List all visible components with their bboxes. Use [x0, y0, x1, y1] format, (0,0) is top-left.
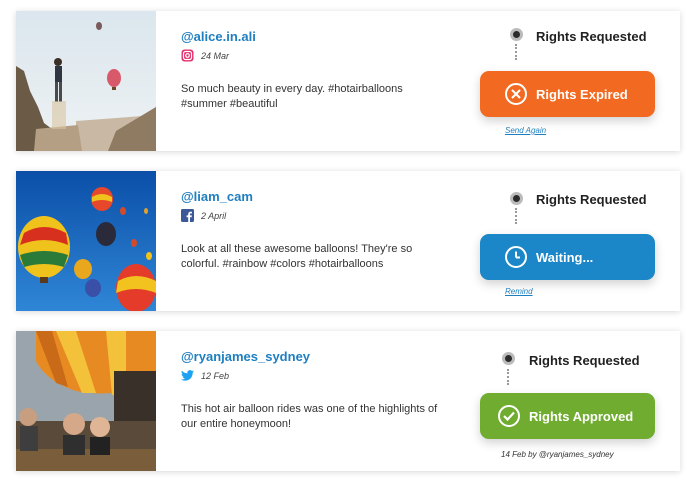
step-dot-icon — [510, 28, 523, 41]
rights-requested-label: Rights Requested — [536, 29, 647, 44]
rights-requested-label: Rights Requested — [536, 192, 647, 207]
facebook-icon — [181, 209, 194, 222]
rights-approved-button[interactable]: Rights Approved — [480, 393, 655, 439]
step-connector — [515, 44, 517, 60]
post-card: @alice.in.ali 24 Mar So much beauty in e… — [16, 11, 680, 151]
post-date: 24 Mar — [201, 50, 230, 61]
author-handle[interactable]: @ryanjames_sydney — [181, 349, 310, 364]
status-label: Rights Expired — [536, 86, 628, 102]
status-label: Rights Approved — [529, 408, 634, 424]
post-meta: 2 April — [181, 209, 226, 222]
status-label: Waiting... — [536, 249, 594, 265]
post-photo[interactable] — [16, 11, 156, 151]
waiting-status-button[interactable]: Waiting... — [480, 234, 655, 280]
post-caption: Look at all these awesome balloons! They… — [181, 243, 413, 270]
rights-status: Rights Requested Waiting... Remind — [480, 171, 660, 311]
send-again-link[interactable]: Send Again — [505, 126, 546, 135]
remind-link[interactable]: Remind — [505, 287, 533, 296]
step-connector — [515, 208, 517, 224]
rights-status: Rights Requested Rights Expired Send Aga… — [480, 11, 660, 151]
step-dot-icon — [502, 352, 515, 365]
step-dot-icon — [510, 192, 523, 205]
post-card: @liam_cam 2 April Look at all these awes… — [16, 171, 680, 311]
clock-icon — [505, 246, 527, 268]
twitter-icon — [181, 370, 194, 381]
close-circle-icon — [505, 83, 527, 105]
step-connector — [507, 369, 509, 385]
post-meta: 12 Feb — [181, 369, 229, 382]
post-caption: This hot air balloon rides was one of th… — [181, 403, 438, 430]
author-handle[interactable]: @liam_cam — [181, 189, 253, 204]
approval-note: 14 Feb by @ryanjames_sydney — [501, 450, 614, 459]
post-caption: So much beauty in every day. #hotairball… — [181, 83, 403, 110]
post-photo[interactable] — [16, 331, 156, 471]
author-handle[interactable]: @alice.in.ali — [181, 29, 256, 44]
post-date: 2 April — [201, 210, 227, 221]
post-date: 12 Feb — [201, 370, 230, 381]
post-meta: 24 Mar — [181, 49, 229, 62]
rights-status: Rights Requested Rights Approved 14 Feb … — [480, 331, 660, 471]
post-card: @ryanjames_sydney 12 Feb This hot air ba… — [16, 331, 680, 471]
post-photo[interactable] — [16, 171, 156, 311]
rights-requested-label: Rights Requested — [529, 353, 640, 368]
rights-expired-button[interactable]: Rights Expired — [480, 71, 655, 117]
check-circle-icon — [498, 405, 520, 427]
instagram-icon — [181, 49, 194, 62]
